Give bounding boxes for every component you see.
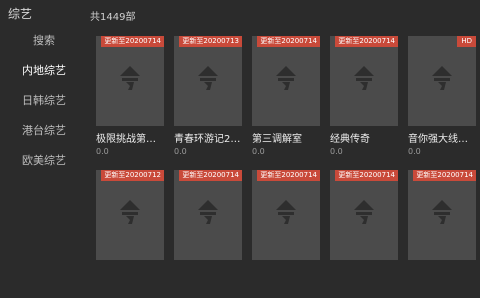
content-card[interactable]: 更新至20200714 第三调解室 0.0 xyxy=(252,36,320,164)
placeholder-logo-icon xyxy=(432,66,452,90)
sidebar-item-western[interactable]: 欧美综艺 xyxy=(0,150,88,180)
poster: 更新至20200714 xyxy=(408,170,476,260)
card-rating: 0.0 xyxy=(252,147,265,156)
placeholder-logo-icon xyxy=(120,200,140,224)
poster: 更新至20200714 xyxy=(96,36,164,126)
update-badge: 更新至20200714 xyxy=(413,170,476,181)
content-card[interactable]: 更新至20200712 xyxy=(96,170,164,298)
poster: HD xyxy=(408,36,476,126)
sidebar: 搜索 内地综艺 日韩综艺 港台综艺 欧美综艺 xyxy=(0,30,88,180)
content-card[interactable]: 更新至20200713 青春环游记2… 0.0 xyxy=(174,36,242,164)
update-badge: 更新至20200714 xyxy=(335,170,398,181)
update-badge: 更新至20200714 xyxy=(257,36,320,47)
placeholder-logo-icon xyxy=(198,200,218,224)
poster: 更新至20200713 xyxy=(174,36,242,126)
placeholder-logo-icon xyxy=(120,66,140,90)
card-title: 极限挑战第… xyxy=(96,134,156,145)
placeholder-logo-icon xyxy=(276,66,296,90)
card-title: 第三调解室 xyxy=(252,134,302,145)
hd-badge: HD xyxy=(457,36,476,47)
card-rating: 0.0 xyxy=(408,147,421,156)
update-badge: 更新至20200714 xyxy=(335,36,398,47)
placeholder-logo-icon xyxy=(432,200,452,224)
poster: 更新至20200714 xyxy=(330,170,398,260)
card-title: 青春环游记2… xyxy=(174,134,241,145)
content-card[interactable]: 更新至20200714 经典传奇 0.0 xyxy=(330,36,398,164)
card-title: 音你强大线… xyxy=(408,134,468,145)
update-badge: 更新至20200712 xyxy=(101,170,164,181)
placeholder-logo-icon xyxy=(354,200,374,224)
update-badge: 更新至20200714 xyxy=(179,170,242,181)
placeholder-logo-icon xyxy=(354,66,374,90)
content-card[interactable]: HD 音你强大线… 0.0 xyxy=(408,36,476,164)
card-title: 经典传奇 xyxy=(330,134,370,145)
card-rating: 0.0 xyxy=(330,147,343,156)
content-card[interactable]: 更新至20200714 xyxy=(174,170,242,298)
app-title: 综艺 xyxy=(8,7,33,21)
poster: 更新至20200714 xyxy=(174,170,242,260)
poster: 更新至20200712 xyxy=(96,170,164,260)
content-card[interactable]: 更新至20200714 xyxy=(252,170,320,298)
update-badge: 更新至20200714 xyxy=(101,36,164,47)
content-card[interactable]: 更新至20200714 xyxy=(330,170,398,298)
card-rating: 0.0 xyxy=(96,147,109,156)
card-rating: 0.0 xyxy=(174,147,187,156)
sidebar-item-hk-taiwan[interactable]: 港台综艺 xyxy=(0,120,88,150)
poster: 更新至20200714 xyxy=(252,170,320,260)
placeholder-logo-icon xyxy=(198,66,218,90)
sidebar-item-search[interactable]: 搜索 xyxy=(0,30,88,60)
result-count: 共1449部 xyxy=(90,12,136,23)
sidebar-item-mainland[interactable]: 内地综艺 xyxy=(0,60,88,90)
poster: 更新至20200714 xyxy=(252,36,320,126)
content-card[interactable]: 更新至20200714 xyxy=(408,170,476,298)
placeholder-logo-icon xyxy=(276,200,296,224)
update-badge: 更新至20200714 xyxy=(257,170,320,181)
update-badge: 更新至20200713 xyxy=(179,36,242,47)
content-grid: 更新至20200714 极限挑战第… 0.0 更新至20200713 青春环游记… xyxy=(96,36,476,298)
sidebar-item-japan-korea[interactable]: 日韩综艺 xyxy=(0,90,88,120)
poster: 更新至20200714 xyxy=(330,36,398,126)
content-card[interactable]: 更新至20200714 极限挑战第… 0.0 xyxy=(96,36,164,164)
